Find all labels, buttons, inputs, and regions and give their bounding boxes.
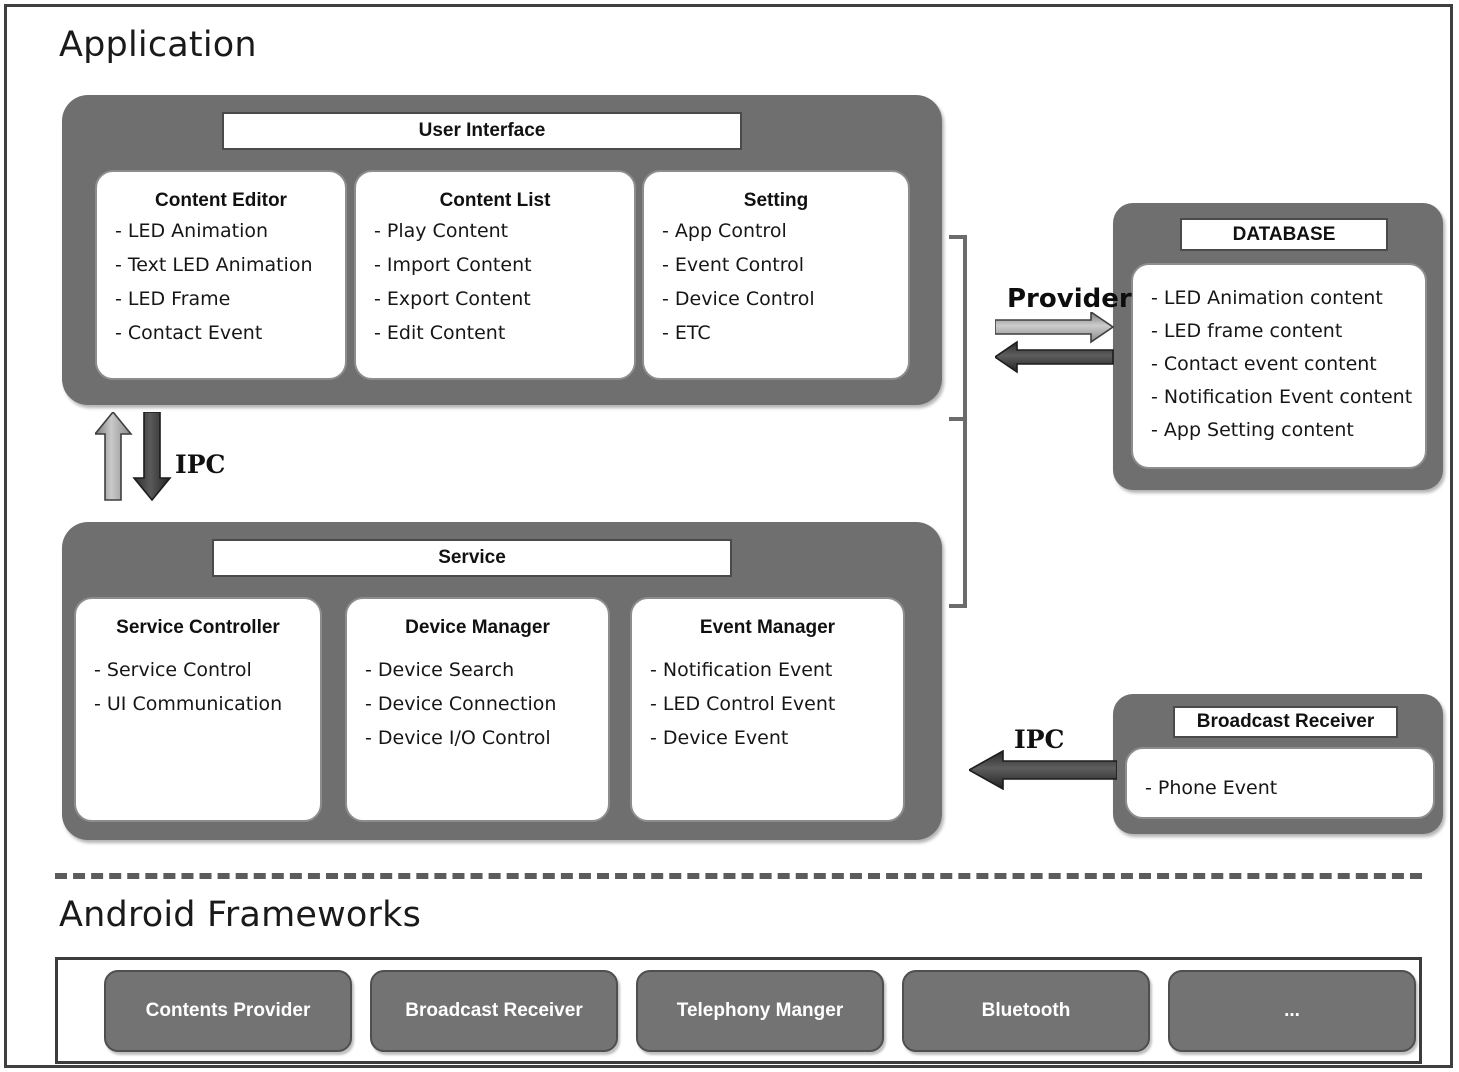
card-list-broadcast: - Phone Event (1127, 779, 1433, 798)
list-item: - ETC (662, 322, 711, 344)
layer-divider (55, 873, 1422, 879)
list-item: - Notification Event (650, 659, 833, 681)
service-header: Service (212, 539, 732, 577)
ipc-arrow-left-icon (969, 750, 1117, 790)
user-interface-panel: User Interface Content Editor - LED Anim… (62, 95, 942, 405)
ipc-label-left: IPC (175, 450, 226, 479)
list-item: - LED Animation content (1151, 287, 1383, 309)
framework-chip-contents-provider[interactable]: Contents Provider (104, 969, 352, 1052)
list-item: - Contact Event (115, 322, 263, 344)
list-item: - Text LED Animation (115, 254, 313, 276)
list-item: - Service Control (94, 659, 252, 681)
card-title-device-manager: Device Manager (405, 617, 550, 638)
user-interface-header: User Interface (222, 112, 742, 150)
list-item: - Event Control (662, 254, 805, 276)
list-item: - Play Content (374, 220, 509, 242)
list-item: - LED Control Event (650, 693, 836, 715)
database-panel: DATABASE - LED Animation content - LED f… (1113, 203, 1443, 490)
card-list-device-manager: - Device Search - Device Connection - De… (347, 661, 608, 748)
card-setting: Setting - App Control - Event Control - … (642, 170, 910, 380)
card-list-content-editor: - LED Animation - Text LED Animation - L… (97, 222, 345, 343)
card-list-service-controller: - Service Control - UI Communication (76, 661, 320, 714)
list-item: - Notification Event content (1151, 386, 1413, 408)
bracket-connector (949, 235, 967, 608)
list-item: - UI Communication (94, 693, 283, 715)
card-title-setting: Setting (743, 190, 809, 211)
page-title-application: Application (59, 25, 257, 65)
provider-arrow-right-icon (995, 312, 1115, 344)
card-database-contents: - LED Animation content - LED frame cont… (1131, 263, 1427, 469)
card-content-editor: Content Editor - LED Animation - Text LE… (95, 170, 347, 380)
broadcast-receiver-header: Broadcast Receiver (1173, 706, 1398, 738)
list-item: - LED frame content (1151, 320, 1343, 342)
list-item: - Phone Event (1145, 777, 1278, 799)
framework-chip-more[interactable]: ... (1168, 969, 1416, 1052)
list-item: - LED Animation (115, 220, 269, 242)
list-item: - Import Content (374, 254, 532, 276)
card-event-manager: Event Manager - Notification Event - LED… (630, 597, 905, 822)
provider-label: Provider (1007, 284, 1132, 314)
framework-chip-bluetooth[interactable]: Bluetooth (902, 969, 1150, 1052)
list-item: - Device Search (365, 659, 515, 681)
card-title-content-editor: Content Editor (155, 190, 287, 211)
framework-chip-broadcast-receiver[interactable]: Broadcast Receiver (370, 969, 618, 1052)
android-frameworks-box: Contents Provider Broadcast Receiver Tel… (55, 957, 1422, 1064)
list-item: - Device Connection (365, 693, 557, 715)
list-item: - App Setting content (1151, 419, 1354, 441)
provider-arrows (995, 312, 1115, 374)
card-device-manager: Device Manager - Device Search - Device … (345, 597, 610, 822)
provider-arrow-left-icon (995, 340, 1114, 374)
card-list-event-manager: - Notification Event - LED Control Event… (632, 661, 903, 748)
list-item: - Export Content (374, 288, 531, 310)
card-list-setting: - App Control - Event Control - Device C… (644, 222, 908, 343)
list-item: - LED Frame (115, 288, 231, 310)
card-broadcast-contents: - Phone Event (1125, 747, 1435, 819)
card-title-event-manager: Event Manager (699, 617, 836, 638)
list-item: - Device I/O Control (365, 727, 551, 749)
card-service-controller: Service Controller - Service Control - U… (74, 597, 322, 822)
list-item: - Device Control (662, 288, 815, 310)
card-list-content-list: - Play Content - Import Content - Export… (356, 222, 634, 343)
page-title-android-frameworks: Android Frameworks (59, 895, 422, 935)
card-list-database: - LED Animation content - LED frame cont… (1133, 289, 1425, 440)
list-item: - Contact event content (1151, 353, 1377, 375)
database-header: DATABASE (1180, 218, 1388, 251)
ipc-arrow-down-icon (132, 412, 172, 502)
card-title-service-controller: Service Controller (116, 617, 280, 638)
diagram-outer-frame: Application User Interface Content Edito… (4, 4, 1453, 1068)
card-content-list: Content List - Play Content - Import Con… (354, 170, 636, 380)
service-panel: Service Service Controller - Service Con… (62, 522, 942, 840)
framework-chip-telephony-manager[interactable]: Telephony Manger (636, 969, 884, 1052)
card-title-content-list: Content List (439, 190, 551, 211)
list-item: - App Control (662, 220, 787, 242)
broadcast-receiver-panel: Broadcast Receiver - Phone Event (1113, 694, 1443, 834)
ipc-arrow-up-icon (95, 412, 133, 501)
list-item: - Device Event (650, 727, 789, 749)
list-item: - Edit Content (374, 322, 506, 344)
